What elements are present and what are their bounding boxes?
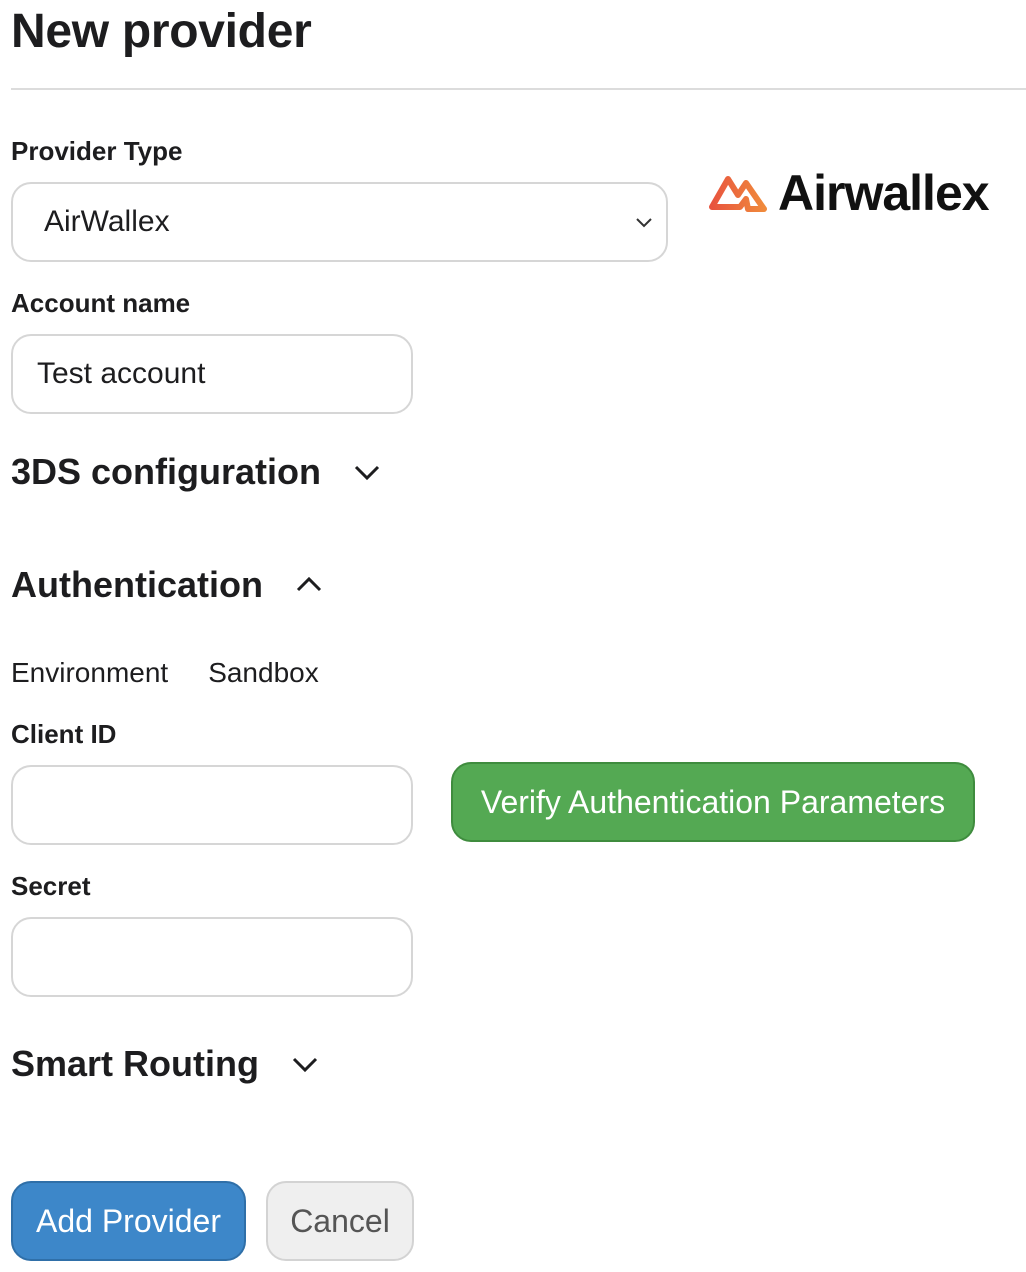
- section-3ds-header[interactable]: 3DS configuration: [11, 450, 381, 494]
- client-id-input[interactable]: [11, 765, 413, 845]
- divider: [11, 88, 1026, 90]
- client-id-label: Client ID: [11, 719, 117, 749]
- provider-type-select[interactable]: AirWallex: [11, 182, 668, 262]
- section-auth-title: Authentication: [11, 564, 263, 605]
- section-smart-routing-title: Smart Routing: [11, 1043, 259, 1084]
- secret-label: Secret: [11, 871, 91, 901]
- account-name-label: Account name: [11, 288, 191, 318]
- provider-type-value: AirWallex: [44, 205, 170, 238]
- verify-auth-button[interactable]: Verify Authentication Parameters: [451, 762, 975, 842]
- account-name-input[interactable]: [11, 334, 413, 414]
- page-title: New provider: [11, 5, 312, 58]
- cancel-button[interactable]: Cancel: [266, 1181, 414, 1261]
- provider-type-label: Provider Type: [11, 136, 183, 166]
- airwallex-mark-icon: [709, 176, 767, 212]
- environment-value: Sandbox: [208, 657, 319, 688]
- airwallex-logo: Airwallex: [706, 163, 990, 223]
- section-3ds-title: 3DS configuration: [11, 451, 322, 492]
- chevron-down-icon: [354, 465, 380, 481]
- chevron-down-icon: [292, 1057, 318, 1073]
- environment-row: Environment Sandbox: [11, 655, 319, 691]
- secret-input[interactable]: [11, 917, 413, 997]
- section-smart-routing-header[interactable]: Smart Routing: [11, 1042, 319, 1086]
- section-auth-header[interactable]: Authentication: [11, 563, 323, 607]
- chevron-down-icon: [636, 218, 652, 228]
- chevron-up-icon: [296, 576, 322, 592]
- add-provider-button[interactable]: Add Provider: [11, 1181, 246, 1261]
- logo-text: Airwallex: [778, 165, 990, 221]
- environment-label: Environment: [11, 657, 169, 688]
